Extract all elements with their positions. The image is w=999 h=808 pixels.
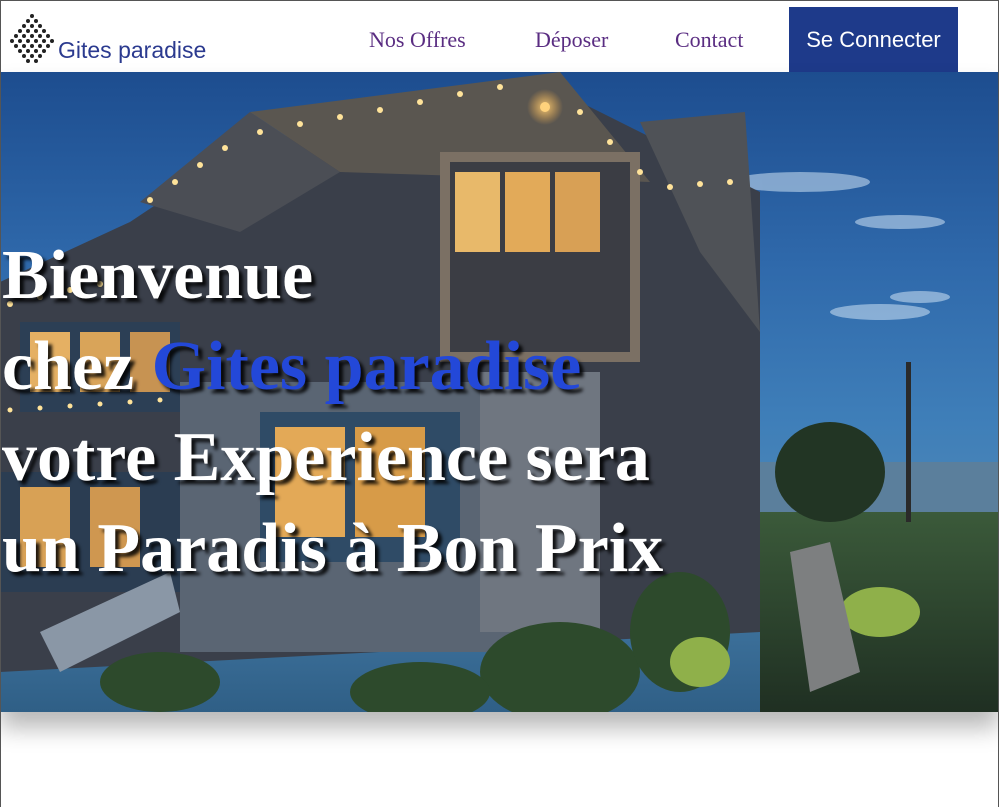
headline-line2-prefix: chez (2, 328, 152, 405)
headline-line1: Bienvenue (2, 237, 314, 314)
headline-line4: un Paradis à Bon Prix (2, 510, 664, 587)
nav-link-deposer[interactable]: Déposer (535, 27, 608, 53)
diamond-dot-pattern-icon (10, 14, 54, 63)
headline-line3: votre Experience sera (2, 419, 650, 496)
nav-link-nos-offres[interactable]: Nos Offres (369, 27, 466, 53)
navbar: Gites paradise Nos Offres Déposer Contac… (0, 0, 999, 72)
hero-banner: Bienvenue chez Gites paradise votre Expe… (0, 72, 999, 712)
hero-headline: Bienvenue chez Gites paradise votre Expe… (2, 230, 663, 594)
brand-logo[interactable]: Gites paradise (8, 12, 206, 66)
login-button[interactable]: Se Connecter (789, 7, 958, 72)
headline-brand-name: Gites paradise (151, 328, 582, 405)
brand-name: Gites paradise (58, 37, 207, 63)
nav-link-contact[interactable]: Contact (675, 27, 743, 53)
